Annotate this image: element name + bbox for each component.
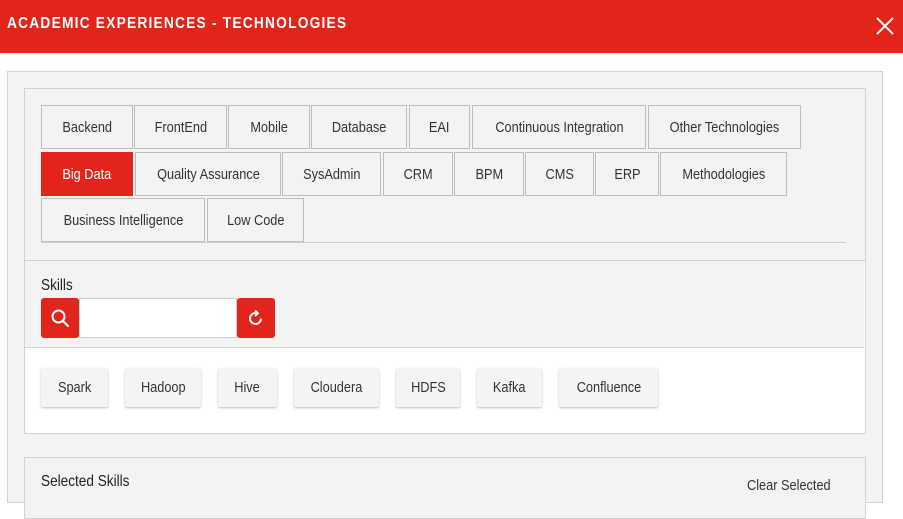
tab-database[interactable]: Database	[311, 105, 407, 149]
selected-skills-label: Selected Skills	[41, 473, 130, 490]
tab-business-intelligence[interactable]: Business Intelligence	[41, 198, 205, 242]
tab-methodologies[interactable]: Methodologies	[660, 152, 787, 196]
skill-chip-hive[interactable]: Hive	[218, 368, 277, 407]
refresh-icon	[249, 309, 262, 325]
dialog-title: ACADEMIC EXPERIENCES - TECHNOLOGIES	[7, 15, 348, 32]
tab-frontend[interactable]: FrontEnd	[134, 105, 227, 149]
skill-chip-spark[interactable]: Spark	[41, 368, 108, 407]
tab-mobile[interactable]: Mobile	[228, 105, 310, 149]
tabs-divider	[41, 242, 846, 243]
tab-bpm[interactable]: BPM	[454, 152, 524, 196]
tab-low-code[interactable]: Low Code	[207, 198, 304, 242]
skill-chip-hdfs[interactable]: HDFS	[396, 368, 460, 407]
tab-crm[interactable]: CRM	[383, 152, 453, 196]
selected-skills-panel	[24, 457, 866, 519]
close-icon[interactable]	[875, 16, 895, 36]
skill-search-input[interactable]	[79, 298, 237, 338]
reset-button[interactable]	[237, 298, 275, 338]
skill-chip-cloudera[interactable]: Cloudera	[294, 368, 379, 407]
clear-selected-button[interactable]: Clear Selected	[747, 477, 831, 494]
tab-cms[interactable]: CMS	[525, 152, 594, 196]
tab-sysadmin[interactable]: SysAdmin	[282, 152, 381, 196]
skills-label: Skills	[41, 277, 73, 294]
search-icon	[51, 309, 70, 328]
tab-erp[interactable]: ERP	[595, 152, 659, 196]
tab-eai[interactable]: EAI	[409, 105, 470, 149]
skill-chip-hadoop[interactable]: Hadoop	[125, 368, 201, 407]
tab-big-data[interactable]: Big Data	[41, 152, 133, 196]
tab-continuous-integration[interactable]: Continuous Integration	[472, 105, 646, 149]
tab-other-technologies[interactable]: Other Technologies	[648, 105, 801, 149]
skill-chip-kafka[interactable]: Kafka	[477, 368, 542, 407]
skill-chip-confluence[interactable]: Confluence	[559, 368, 658, 407]
tab-quality-assurance[interactable]: Quality Assurance	[135, 152, 281, 196]
tab-backend[interactable]: Backend	[41, 105, 133, 149]
dialog-header: ACADEMIC EXPERIENCES - TECHNOLOGIES	[0, 0, 903, 53]
search-button[interactable]	[41, 298, 79, 338]
